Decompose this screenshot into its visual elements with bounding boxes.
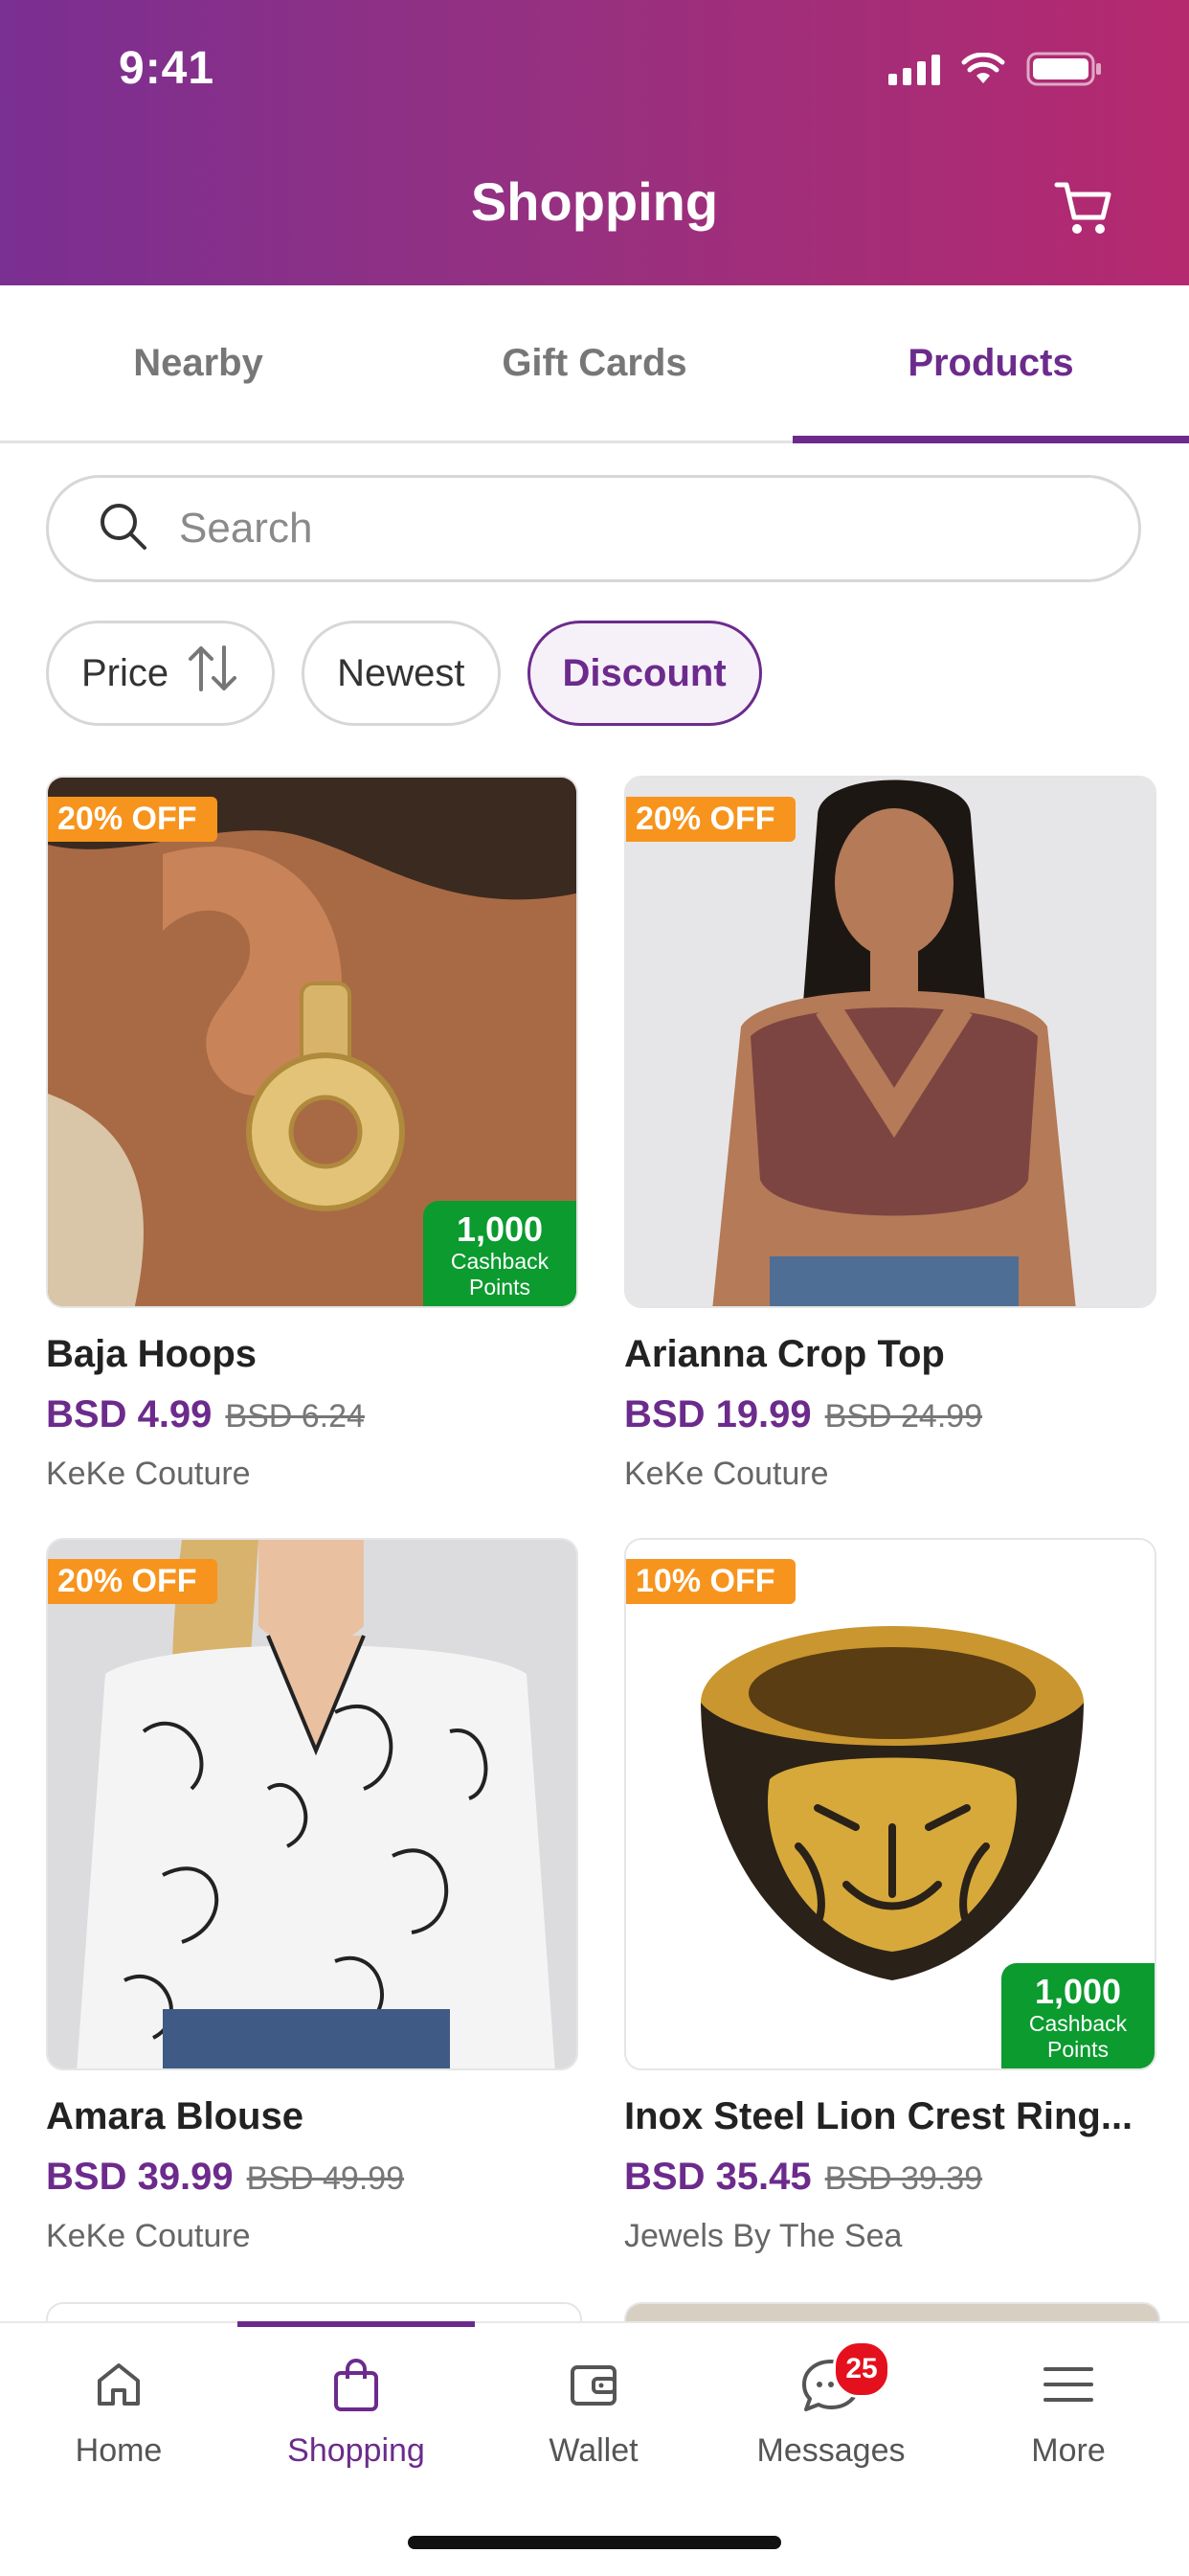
product-old-price: BSD 24.99 xyxy=(824,1398,983,1435)
wifi-icon xyxy=(961,53,1005,85)
discount-badge: 20% OFF xyxy=(48,797,218,853)
nav-wallet-label: Wallet xyxy=(549,2432,639,2469)
product-prices: BSD 19.99 BSD 24.99 xyxy=(624,1393,1156,1436)
nav-messages[interactable]: 25 Messages xyxy=(712,2323,950,2505)
shopping-bag-icon xyxy=(329,2346,383,2423)
product-image[interactable]: 20% OFF xyxy=(624,776,1156,1308)
product-prices: BSD 35.45 BSD 39.39 xyxy=(624,2156,1156,2199)
product-name[interactable]: Baja Hoops xyxy=(46,1333,578,1376)
status-time: 9:41 xyxy=(119,43,215,94)
messages-count-badge: 25 xyxy=(833,2340,890,2398)
filter-discount-chip[interactable]: Discount xyxy=(527,621,762,726)
discount-badge: 20% OFF xyxy=(48,1559,218,1616)
points-label: Points xyxy=(1047,2037,1109,2062)
search-bar[interactable] xyxy=(46,475,1141,582)
wallet-icon xyxy=(567,2346,620,2423)
menu-icon xyxy=(1042,2346,1095,2423)
nav-home-label: Home xyxy=(75,2432,163,2469)
battery-icon xyxy=(1026,52,1103,86)
active-tab-indicator xyxy=(793,436,1189,443)
cashback-points: 1,000 xyxy=(456,1209,544,1249)
filter-chips: Price Newest Discount xyxy=(46,621,762,726)
product-card[interactable]: 20% OFF Amara Blouse BSD 39.99 BSD 49.99… xyxy=(46,1538,578,2255)
sort-icon xyxy=(186,644,239,703)
product-price: BSD 4.99 xyxy=(46,1393,213,1435)
product-prices: BSD 4.99 BSD 6.24 xyxy=(46,1393,578,1436)
product-seller: KeKe Couture xyxy=(624,1456,829,1492)
cashback-label: Cashback xyxy=(1028,2011,1128,2036)
product-seller: KeKe Couture xyxy=(46,1456,251,1492)
product-card[interactable]: 20% OFF 1,000 Cashback Points Baja Hoops… xyxy=(46,776,578,1493)
cellular-signal-icon xyxy=(888,53,940,85)
cashback-badge: 1,000 Cashback Points xyxy=(1001,1963,1155,2068)
nav-wallet[interactable]: Wallet xyxy=(475,2323,712,2505)
nav-more-label: More xyxy=(1031,2432,1106,2469)
cashback-badge: 1,000 Cashback Points xyxy=(423,1201,576,1306)
home-indicator[interactable] xyxy=(408,2536,781,2549)
tab-gift-cards[interactable]: Gift Cards xyxy=(396,285,793,441)
messages-icon: 25 xyxy=(800,2340,890,2423)
status-icons xyxy=(888,52,1103,86)
search-icon xyxy=(97,500,150,558)
filter-discount-label: Discount xyxy=(562,651,727,694)
filter-price-label: Price xyxy=(81,651,169,694)
cashback-label: Cashback xyxy=(450,1249,550,1274)
product-name[interactable]: Inox Steel Lion Crest Ring... xyxy=(624,2095,1156,2138)
product-prices: BSD 39.99 BSD 49.99 xyxy=(46,2156,578,2199)
app-header: 9:41 Shopping xyxy=(0,0,1189,285)
product-name[interactable]: Arianna Crop Top xyxy=(624,1333,1156,1376)
product-image[interactable]: 20% OFF xyxy=(46,1538,578,2070)
product-old-price: BSD 39.39 xyxy=(824,2160,983,2197)
product-seller: Jewels By The Sea xyxy=(624,2218,903,2254)
product-price: BSD 35.45 xyxy=(624,2156,812,2198)
filter-price-chip[interactable]: Price xyxy=(46,621,276,726)
nav-home[interactable]: Home xyxy=(0,2323,237,2505)
nav-shopping[interactable]: Shopping xyxy=(237,2323,475,2505)
product-image[interactable]: 20% OFF 1,000 Cashback Points xyxy=(46,776,578,1308)
product-card[interactable]: 10% OFF 1,000 Cashback Points Inox Steel… xyxy=(624,1538,1156,2255)
tab-products[interactable]: Products xyxy=(793,285,1189,441)
product-seller: KeKe Couture xyxy=(46,2218,251,2254)
nav-messages-label: Messages xyxy=(756,2432,906,2469)
product-old-price: BSD 49.99 xyxy=(246,2160,405,2197)
product-price: BSD 19.99 xyxy=(624,1393,812,1435)
cashback-points: 1,000 xyxy=(1034,1972,1122,2011)
product-price: BSD 39.99 xyxy=(46,2156,234,2198)
category-tabs: Nearby Gift Cards Products xyxy=(0,285,1189,443)
discount-badge: 20% OFF xyxy=(626,797,796,853)
product-image[interactable]: 10% OFF 1,000 Cashback Points xyxy=(624,1538,1156,2070)
discount-badge: 10% OFF xyxy=(626,1559,796,1616)
home-icon xyxy=(92,2346,146,2423)
tab-nearby[interactable]: Nearby xyxy=(0,285,396,441)
product-old-price: BSD 6.24 xyxy=(225,1398,365,1435)
points-label: Points xyxy=(469,1275,530,1299)
product-name[interactable]: Amara Blouse xyxy=(46,2095,578,2138)
cart-icon[interactable] xyxy=(1053,177,1114,238)
nav-more[interactable]: More xyxy=(950,2323,1187,2505)
filter-newest-chip[interactable]: Newest xyxy=(302,621,501,726)
search-input[interactable] xyxy=(177,504,1043,554)
nav-shopping-label: Shopping xyxy=(287,2432,425,2469)
page-title: Shopping xyxy=(470,171,719,232)
product-card[interactable]: 20% OFF Arianna Crop Top BSD 19.99 BSD 2… xyxy=(624,776,1156,1493)
filter-newest-label: Newest xyxy=(337,651,465,694)
